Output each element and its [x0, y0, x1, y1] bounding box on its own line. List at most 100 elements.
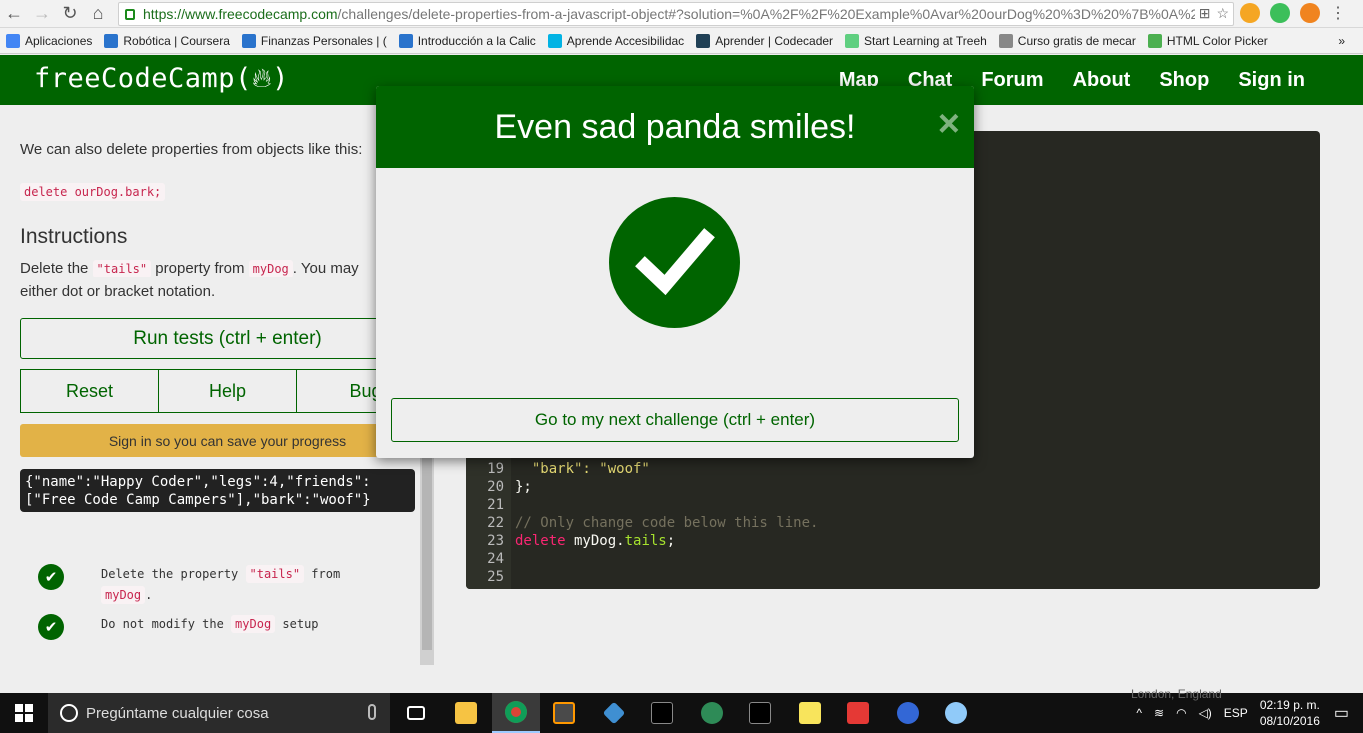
bookmark-item[interactable]: HTML Color Picker — [1142, 33, 1274, 48]
sticky-notes-icon[interactable] — [786, 693, 834, 733]
line-number: 24 — [487, 551, 504, 567]
test-item: ✔ Do not modify the myDog setup — [38, 614, 361, 640]
bookmark-item[interactable]: Finanzas Personales | ( — [236, 33, 393, 48]
microphone-icon[interactable] — [368, 704, 376, 720]
instr-text: . You may — [292, 260, 359, 277]
paint-icon[interactable] — [932, 693, 980, 733]
mp3-app-icon[interactable] — [834, 693, 882, 733]
test-desc: Do not modify the — [101, 617, 232, 631]
reload-icon[interactable]: ↻ — [56, 0, 84, 28]
coursera-icon — [104, 33, 119, 48]
treehouse-icon — [845, 33, 860, 48]
home-icon[interactable]: ⌂ — [84, 0, 112, 28]
nav-shop[interactable]: Shop — [1159, 69, 1209, 92]
bookmark-item[interactable]: Introducción a la Calic — [393, 33, 542, 48]
w3schools-icon — [1147, 33, 1162, 48]
nav-about[interactable]: About — [1073, 69, 1131, 92]
bookmark-item[interactable]: Aprende Accesibilidac — [542, 33, 690, 48]
notifications-icon[interactable]: ▭ — [1334, 703, 1349, 723]
bookmark-label: Finanzas Personales | ( — [260, 33, 387, 48]
url-host: https://www.freecodecamp.com — [143, 6, 338, 22]
bookmark-star-icon[interactable]: ☆ — [1216, 5, 1229, 22]
test-code: "tails" — [245, 565, 305, 583]
terminal-icon[interactable] — [736, 693, 784, 733]
test-code: myDog — [101, 586, 146, 604]
terminal-icon[interactable] — [638, 693, 686, 733]
task-view-icon[interactable] — [392, 693, 440, 733]
test-item: ✔ Delete the property "tails" from myDog. — [38, 564, 361, 606]
check-icon: ✔ — [38, 564, 64, 590]
bookmark-item[interactable]: Curso gratis de mecar — [993, 33, 1142, 48]
instr-text: Delete the — [20, 260, 93, 277]
clock-date: 08/10/2016 — [1259, 714, 1320, 728]
line-number: 19 — [487, 461, 504, 477]
challenge-panel: We can also delete properties from objec… — [0, 105, 435, 693]
app-icon[interactable] — [590, 693, 638, 733]
check-icon: ✔ — [38, 614, 64, 640]
bookmark-item[interactable]: Start Learning at Treeh — [839, 33, 993, 48]
chrome-icon[interactable] — [492, 693, 540, 733]
code-ident: myDog — [565, 533, 617, 549]
address-bar[interactable]: https://www.freecodecamp.com/challenges/… — [118, 2, 1234, 26]
line-number: 25 — [487, 569, 504, 585]
forward-icon[interactable]: → — [28, 0, 56, 28]
network-icon[interactable]: ≋ — [1154, 706, 1164, 720]
coursera-icon — [241, 33, 256, 48]
nav-sign-in[interactable]: Sign in — [1238, 69, 1305, 92]
test-desc: . — [145, 588, 153, 602]
close-icon[interactable]: × — [938, 104, 960, 144]
cortana-search[interactable]: Pregúntame cualquier cosa — [48, 693, 390, 733]
code-dot: . — [616, 533, 625, 549]
extension-icon[interactable] — [1240, 3, 1260, 23]
file-explorer-icon[interactable] — [442, 693, 490, 733]
output-line: {"name":"Happy Coder","legs":4,"friends"… — [25, 474, 371, 490]
bookmark-label: Introducción a la Calic — [417, 33, 536, 48]
intro-text: We can also delete properties from objec… — [20, 141, 363, 158]
bookmark-label: Start Learning at Treeh — [864, 33, 987, 48]
example-code: delete ourDog.bark; — [20, 183, 166, 201]
clock[interactable]: 02:19 p. m. 08/10/2016 — [1260, 697, 1320, 729]
chrome-canary-icon[interactable] — [884, 693, 932, 733]
code-keyword: delete — [515, 533, 566, 549]
search-placeholder: Pregúntame cualquier cosa — [86, 704, 269, 722]
sublime-icon[interactable] — [540, 693, 588, 733]
translate-icon[interactable]: ⊞ — [1199, 5, 1211, 22]
lock-icon — [125, 8, 135, 20]
windows-start-icon[interactable] — [0, 693, 48, 733]
bookmark-item[interactable]: Aplicaciones — [0, 33, 98, 48]
back-icon[interactable]: ← — [0, 0, 28, 28]
code-comment: // Only change code below this line. — [515, 515, 819, 531]
next-challenge-button[interactable]: Go to my next challenge (ctrl + enter) — [391, 398, 959, 442]
fcc-logo[interactable]: freeCodeCamp(🔥︎) — [34, 63, 289, 95]
test-text: Delete the property "tails" from myDog. — [101, 564, 361, 606]
menu-icon[interactable]: ⋮ — [1330, 3, 1346, 23]
language-indicator[interactable]: ESP — [1224, 706, 1248, 720]
code-text: }; — [515, 479, 532, 495]
bookmark-label: Aprender | Codecader — [715, 33, 834, 48]
wifi-icon[interactable]: ◠ — [1176, 706, 1186, 720]
bookmark-item[interactable]: Aprender | Codecader — [690, 33, 839, 48]
bookmark-item[interactable]: Robótica | Coursera — [98, 33, 236, 48]
nav-forum[interactable]: Forum — [981, 69, 1043, 92]
chevron-up-icon[interactable]: ^ — [1136, 706, 1142, 720]
cortana-icon — [60, 704, 78, 722]
reset-button[interactable]: Reset — [20, 369, 159, 413]
modal-header: Even sad panda smiles! × — [376, 86, 974, 168]
code-end: ; — [666, 533, 676, 549]
atom-icon[interactable] — [688, 693, 736, 733]
system-tray: ^ ≋ ◠ ◁) ESP 02:19 p. m. 08/10/2016 ▭ — [1136, 693, 1363, 733]
code-prop: tails — [624, 533, 667, 549]
test-text: Do not modify the myDog setup — [101, 614, 361, 635]
extension-badge-icon[interactable] — [1300, 3, 1320, 23]
more-bookmarks-icon[interactable]: » — [1332, 34, 1363, 48]
grammarly-icon[interactable] — [1270, 3, 1290, 23]
run-tests-button[interactable]: Run tests (ctrl + enter) — [20, 318, 435, 359]
coursera-icon — [398, 33, 413, 48]
help-button[interactable]: Help — [159, 369, 297, 413]
line-number: 22 — [487, 515, 504, 531]
signin-notice[interactable]: Sign in so you can save your progress — [20, 424, 435, 457]
test-desc: setup — [275, 617, 319, 631]
bookmark-label: Aprende Accesibilidac — [566, 33, 685, 48]
volume-icon[interactable]: ◁) — [1199, 706, 1212, 720]
bookmark-label: HTML Color Picker — [1166, 33, 1268, 48]
